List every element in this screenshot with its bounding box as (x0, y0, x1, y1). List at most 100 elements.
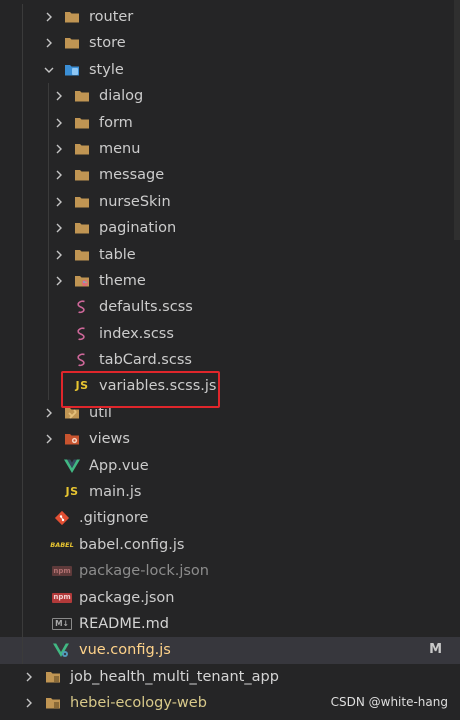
indent-guide (22, 109, 23, 136)
indent-guide (22, 294, 23, 321)
tree-item-label: table (99, 246, 136, 263)
indent-guide (22, 558, 23, 585)
js-icon: JS (65, 484, 79, 498)
indent-guide (22, 188, 23, 216)
chevron-right-icon[interactable] (52, 162, 66, 188)
tree-item-menu[interactable]: menu (0, 135, 460, 163)
scrollbar-thumb[interactable] (454, 0, 460, 240)
tree-item-label: nurseSkin (99, 193, 171, 210)
tree-item-style[interactable]: style (0, 56, 460, 84)
chevron-right-icon[interactable] (42, 30, 56, 56)
folder-views-icon (64, 431, 80, 447)
tree-item-dialog[interactable]: dialog (0, 83, 460, 110)
tree-item-babel-config-js[interactable]: BABEL babel.config.js (0, 531, 460, 559)
indent-guide (22, 637, 23, 664)
indent-guide (22, 479, 23, 506)
tree-item-label: menu (99, 140, 141, 157)
chevron-right-icon[interactable] (52, 242, 66, 268)
folder-icon (64, 35, 80, 51)
tree-item-readme-md[interactable]: M↓ README.md (0, 610, 460, 638)
tree-item-label: router (89, 9, 134, 25)
tree-item-app-vue[interactable]: App.vue (0, 452, 460, 480)
tree-item-index-scss[interactable]: index.scss (0, 320, 460, 348)
red-highlight-box (61, 371, 220, 408)
chevron-right-icon[interactable] (42, 4, 56, 30)
npm-icon: npm (52, 592, 72, 603)
tree-item-router[interactable]: router (0, 4, 460, 31)
vue-config-icon (53, 642, 69, 658)
chevron-right-icon[interactable] (52, 215, 66, 241)
chevron-right-icon[interactable] (52, 136, 66, 162)
indent-guide (22, 241, 23, 268)
tree-item-vue-config-js[interactable]: vue.config.js M (0, 637, 460, 664)
tree-item-package-json[interactable]: npm package.json (0, 584, 460, 611)
chevron-right-icon[interactable] (52, 83, 66, 109)
tree-item-main-js[interactable]: JS main.js (0, 479, 460, 506)
folder-icon (74, 220, 90, 236)
tree-item-pagination[interactable]: pagination (0, 215, 460, 242)
folder-icon (45, 669, 61, 685)
chevron-right-icon[interactable] (52, 110, 66, 136)
tree-item-job-health-multi-tenant-app[interactable]: job_health_multi_tenant_app (0, 664, 460, 690)
folder-icon (74, 247, 90, 263)
file-explorer-tree: router store style dialog form menu mess… (0, 4, 460, 717)
chevron-down-icon[interactable] (42, 57, 56, 83)
folder-icon (74, 141, 90, 157)
watermark: CSDN @white-hang (330, 695, 448, 709)
indent-guide (22, 4, 23, 31)
npm-icon: npm (52, 566, 72, 577)
tree-item-label: views (89, 431, 130, 448)
chevron-right-icon[interactable] (42, 400, 56, 426)
indent-guide (22, 426, 23, 453)
indent-guide (48, 188, 49, 216)
indent-guide (48, 135, 49, 163)
tree-item-gitignore[interactable]: .gitignore (0, 505, 460, 532)
tree-item-label: App.vue (89, 457, 149, 474)
tree-item-form[interactable]: form (0, 109, 460, 136)
tree-item-label: hebei-ecology-web (70, 695, 207, 712)
chevron-right-icon[interactable] (52, 189, 66, 215)
tree-item-label: package.json (79, 589, 175, 606)
tree-item-defaults-scss[interactable]: defaults.scss (0, 294, 460, 321)
indent-guide (22, 267, 23, 295)
indent-guide (22, 83, 23, 110)
indent-guide (22, 320, 23, 348)
tree-item-label: vue.config.js (79, 642, 171, 659)
tree-item-label: pagination (99, 220, 177, 237)
indent-guide (22, 373, 23, 400)
tree-item-message[interactable]: message (0, 162, 460, 189)
tree-item-theme[interactable]: theme (0, 267, 460, 295)
tree-item-nurseskin[interactable]: nurseSkin (0, 188, 460, 216)
tree-item-label: tabCard.scss (99, 352, 192, 369)
vue-icon (64, 458, 80, 474)
tree-item-label: defaults.scss (99, 299, 193, 316)
indent-guide (22, 347, 23, 374)
indent-guide (48, 373, 49, 400)
chevron-right-icon[interactable] (22, 690, 36, 716)
indent-guide (48, 267, 49, 295)
tree-item-tabcard-scss[interactable]: tabCard.scss (0, 347, 460, 374)
tree-item-views[interactable]: views (0, 426, 460, 453)
chevron-right-icon[interactable] (52, 268, 66, 294)
indent-guide (22, 610, 23, 638)
indent-guide (48, 109, 49, 136)
tree-item-label: dialog (99, 88, 144, 105)
folder-icon (74, 194, 90, 210)
tree-item-label: index.scss (99, 325, 174, 342)
chevron-right-icon[interactable] (22, 664, 36, 690)
indent-guide (22, 584, 23, 611)
folder-icon (45, 695, 61, 711)
tree-item-label: style (89, 61, 124, 78)
folder-style-icon (64, 62, 80, 78)
chevron-right-icon[interactable] (42, 426, 56, 452)
folder-icon (74, 167, 90, 183)
indent-guide (48, 83, 49, 110)
folder-icon (74, 88, 90, 104)
tree-item-package-lock-json[interactable]: npm package-lock.json (0, 558, 460, 585)
indent-guide (22, 56, 23, 84)
tree-item-label: job_health_multi_tenant_app (70, 668, 279, 685)
tree-item-store[interactable]: store (0, 30, 460, 57)
indent-guide (22, 135, 23, 163)
tree-item-label: babel.config.js (79, 536, 185, 553)
tree-item-table[interactable]: table (0, 241, 460, 268)
